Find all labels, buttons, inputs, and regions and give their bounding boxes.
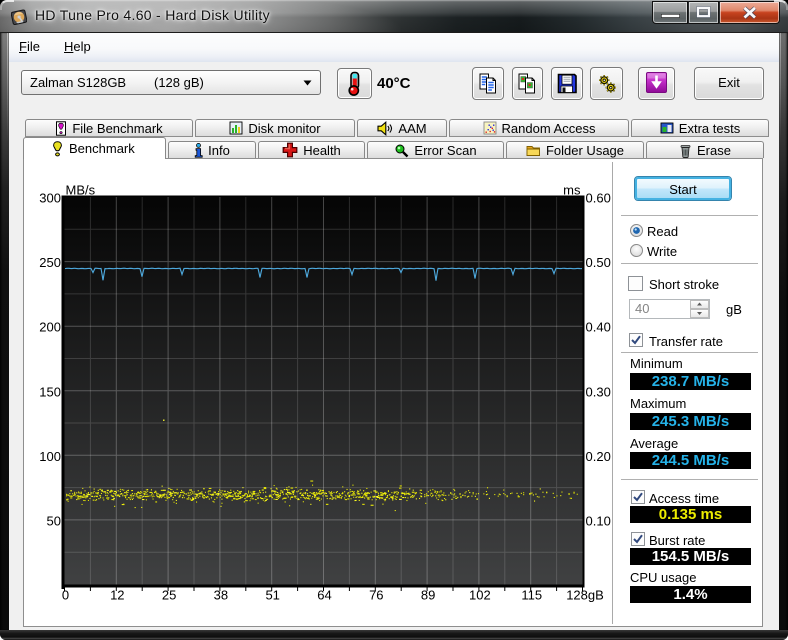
svg-text:0.60: 0.60 xyxy=(586,191,611,206)
svg-text:64: 64 xyxy=(317,588,331,603)
svg-text:0.10: 0.10 xyxy=(586,513,611,528)
svg-text:0.40: 0.40 xyxy=(586,320,611,335)
svg-text:150: 150 xyxy=(39,384,61,399)
svg-text:12: 12 xyxy=(110,588,124,603)
svg-text:38: 38 xyxy=(214,588,228,603)
svg-text:128gB: 128gB xyxy=(566,588,604,603)
svg-text:0.30: 0.30 xyxy=(586,384,611,399)
svg-text:89: 89 xyxy=(421,588,435,603)
svg-text:76: 76 xyxy=(369,588,383,603)
svg-text:115: 115 xyxy=(521,588,542,603)
svg-text:50: 50 xyxy=(47,513,61,528)
svg-text:0: 0 xyxy=(62,588,69,603)
svg-text:0.50: 0.50 xyxy=(586,255,611,270)
svg-text:250: 250 xyxy=(39,255,61,270)
svg-text:ms: ms xyxy=(563,183,581,198)
svg-text:102: 102 xyxy=(469,588,491,603)
svg-text:51: 51 xyxy=(265,588,279,603)
svg-text:MB/s: MB/s xyxy=(66,183,96,198)
svg-text:200: 200 xyxy=(39,320,61,335)
svg-text:300: 300 xyxy=(39,191,61,206)
svg-text:100: 100 xyxy=(39,449,61,464)
svg-text:0.20: 0.20 xyxy=(586,449,611,464)
svg-text:25: 25 xyxy=(162,588,176,603)
